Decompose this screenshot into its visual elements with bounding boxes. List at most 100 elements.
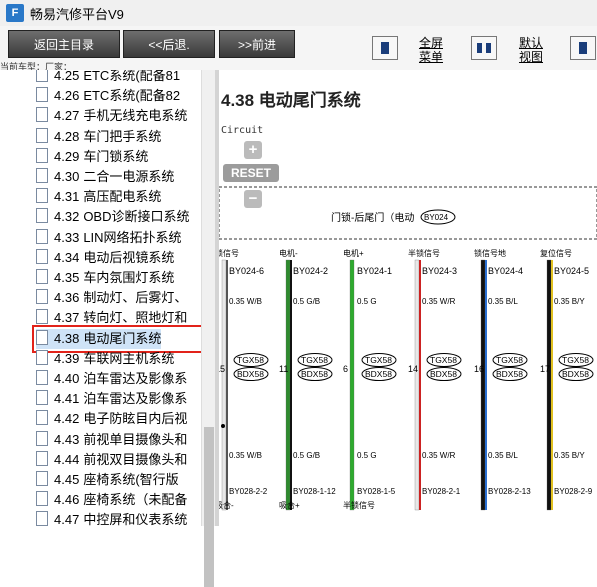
document-icon <box>36 511 48 526</box>
tree-item-label: 二合一电源系统 <box>83 169 175 184</box>
tree-item-label: ETC系统(配备82 <box>83 88 181 104</box>
tree-item-number: 4.47 <box>54 512 80 526</box>
tree-item-number: 4.37 <box>54 310 80 326</box>
pin-top: BY024-5 <box>554 266 589 276</box>
tree-item-number: 4.26 <box>54 88 80 104</box>
tree-item[interactable]: 4.32 OBD诊断接口系统 <box>36 207 189 227</box>
junction-number: 17 <box>540 364 550 374</box>
tree-item-label: 车联网主机系统 <box>83 350 175 366</box>
fullscreen-line1: 全屏 <box>418 36 443 50</box>
tree-item-number: 4.34 <box>54 249 80 265</box>
tree-item[interactable]: 4.41 泊车雷达及影像系 <box>36 389 187 409</box>
tree-item[interactable]: 4.42 电子防眩目内后视 <box>36 409 187 429</box>
wire-spec-bottom: 0.35 W/B <box>229 451 262 460</box>
default-line1: 默认 <box>518 36 543 50</box>
tree-item[interactable]: 4.45 座椅系统(智行版 <box>36 470 179 490</box>
document-icon <box>36 208 48 224</box>
tree-item-number: 4.35 <box>54 270 80 285</box>
document-icon <box>36 450 48 466</box>
wire-stripe <box>419 260 421 510</box>
document-icon <box>36 410 48 426</box>
wire-stripe <box>551 260 553 510</box>
tree-item[interactable]: 4.35 车内氛围灯系统 <box>36 268 174 288</box>
document-icon <box>36 188 48 204</box>
tree-item[interactable]: 4.31 高压配电系统 <box>36 187 161 207</box>
tree-item[interactable]: 4.28 车门把手系统 <box>36 127 161 147</box>
tree-item-label: 泊车雷达及影像系 <box>83 371 188 386</box>
wire-spec-top: 0.35 W/B <box>229 297 262 306</box>
top-signal-label: 锁信号地 <box>474 248 506 258</box>
tree-item-number: 4.32 <box>54 209 80 225</box>
scroll-thumb[interactable] <box>204 427 214 587</box>
tree-item-label: 高压配电系统 <box>83 189 162 205</box>
wire-spec-bottom: 0.5 G/B <box>293 451 320 460</box>
wire-spec-top: 0.5 G <box>357 297 377 306</box>
tree-item[interactable]: 4.43 前视单目摄像头和 <box>36 430 187 450</box>
document-icon <box>36 147 48 163</box>
tree-item-label: 车门锁系统 <box>83 148 149 164</box>
forward-button[interactable]: >>前进 <box>219 30 295 58</box>
junction-number: 11 <box>279 364 288 374</box>
junction-number: 16 <box>474 364 484 374</box>
wire <box>480 259 486 511</box>
document-icon <box>36 269 48 284</box>
tree-item[interactable]: 4.36 制动灯、后雾灯、 <box>36 288 187 308</box>
tree-item-label: 前视单目摄像头和 <box>83 431 188 447</box>
module-title: 门锁-后尾门（电动 <box>331 211 414 224</box>
tgx-label: TGX58 <box>237 355 264 365</box>
tree-item[interactable]: 4.27 手机无线充电系统 <box>36 106 187 126</box>
top-signal-label: 电机- <box>279 248 298 258</box>
tree-item-label: 车门把手系统 <box>83 128 162 144</box>
bottom-signal-label: 半锁信号 <box>343 500 375 510</box>
wire-stripe <box>485 260 487 510</box>
fullscreen-line2: 菜单 <box>418 50 443 64</box>
tree-item[interactable]: 4.33 LIN网络拓扑系统 <box>36 228 182 248</box>
tree-item-number: 4.43 <box>54 431 80 447</box>
tree-item-number: 4.40 <box>54 371 80 386</box>
tree-item[interactable]: 4.46 座椅系统（未配备 <box>36 490 187 510</box>
tree-item[interactable]: 4.40 泊车雷达及影像系 <box>36 369 187 389</box>
back-to-main-button[interactable]: 返回主目录 <box>8 30 120 58</box>
wire-spec-top: 0.35 B/L <box>488 297 518 306</box>
tree-item[interactable]: 4.34 电动后视镜系统 <box>36 248 174 268</box>
tree-scrollbar[interactable] <box>201 70 216 587</box>
title-bar: F 畅易汽修平台V9 <box>0 0 597 27</box>
document-icon <box>36 107 48 123</box>
pin-top: BY024-6 <box>229 266 264 276</box>
tgx-label: TGX58 <box>301 355 328 365</box>
wire <box>221 259 227 511</box>
tree-item-label: LIN网络拓扑系统 <box>83 229 182 245</box>
pin-top: BY024-2 <box>293 266 328 276</box>
wire-stripe <box>226 260 228 510</box>
tree-item[interactable]: 4.39 车联网主机系统 <box>36 349 174 369</box>
tree-item-label: 前视双目摄像头和 <box>83 451 188 467</box>
tree-item-label: 中控屏和仪表系统 <box>83 512 188 526</box>
wire-spec-bottom: 0.35 W/R <box>422 451 456 460</box>
tree-item[interactable]: 4.44 前视双目摄像头和 <box>36 450 187 470</box>
wire <box>414 259 420 511</box>
tree-item[interactable]: 4.30 二合一电源系统 <box>36 167 174 187</box>
default-view-link[interactable]: 默认 视图 <box>514 36 548 64</box>
split-view-icon[interactable] <box>471 36 497 60</box>
back-button[interactable]: <<后退. <box>123 30 215 58</box>
wire-spec-top: 0.35 B/Y <box>554 297 585 306</box>
tree-item[interactable]: 4.26 ETC系统(配备82 <box>36 86 180 106</box>
fullscreen-menu-link[interactable]: 全屏 菜单 <box>414 36 448 64</box>
wiring-diagram: 门锁-后尾门（电动 BY024 锁信号 BY024-6 0.35 W/B 15 TGX58 B… <box>219 186 597 511</box>
fullscreen-icon[interactable] <box>372 36 398 60</box>
wire <box>546 259 552 511</box>
document-icon <box>36 309 48 325</box>
tree-item-label: 座椅系统(智行版 <box>83 472 179 487</box>
tree-item-number: 4.31 <box>54 189 80 205</box>
tree-item[interactable]: 4.29 车门锁系统 <box>36 147 148 167</box>
wire-spec-top: 0.35 W/R <box>422 297 456 306</box>
tgx-label: TGX58 <box>562 355 589 365</box>
tree-item[interactable]: 4.25 ETC系统(配备81 <box>36 70 180 86</box>
tree-item[interactable]: 4.47 中控屏和仪表系统 <box>36 510 187 526</box>
wire-stripe <box>290 260 292 510</box>
top-signal-label: 复位信号 <box>540 248 572 258</box>
tree-item-number: 4.28 <box>54 128 80 144</box>
tree-item-label: ETC系统(配备81 <box>83 70 181 83</box>
side-panel-icon[interactable] <box>570 36 596 60</box>
tree-item-number: 4.36 <box>54 290 80 306</box>
